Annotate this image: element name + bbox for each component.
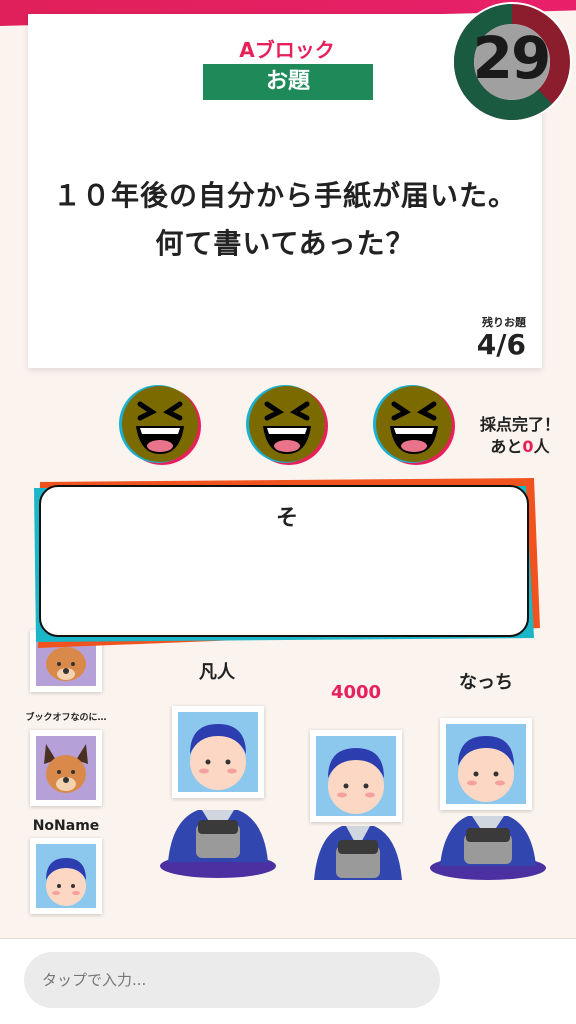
side-player-name: ブックオフなのに…: [25, 713, 107, 723]
stage-player-avatar: [172, 706, 264, 798]
topic-question: １０年後の自分から手紙が届いた。 何て書いてあった？: [28, 172, 542, 268]
topic-question-line2: 何て書いてあった？: [155, 227, 415, 260]
answer-input[interactable]: [24, 952, 440, 1008]
stage-player-name: なっち: [459, 672, 513, 693]
side-player-avatar: [30, 838, 102, 914]
laughing-face-icon: [246, 385, 328, 465]
laughing-face-icon: [373, 385, 455, 465]
laughing-face-icon: [119, 385, 201, 465]
answer-text: そ: [275, 506, 298, 531]
scoring-remaining-count: 0: [522, 437, 534, 456]
scoring-remaining-prefix: あと: [490, 437, 523, 456]
timer-value: 29: [472, 24, 552, 92]
stage-player-name: 4000: [330, 682, 382, 703]
scoring-remaining: あと0人: [470, 436, 570, 458]
side-player-avatar: [30, 730, 102, 806]
boy-avatar-icon: [178, 712, 258, 792]
topic-question-line1: １０年後の自分から手紙が届いた。: [52, 179, 517, 212]
scoring-complete-label: 採点完了！: [479, 415, 560, 434]
side-player-name: NoName: [32, 818, 100, 834]
topic-badge: お題: [203, 64, 373, 100]
stage-player-avatar: [310, 730, 402, 822]
boy-avatar-icon: [36, 844, 96, 908]
scoring-remaining-suffix: 人: [533, 437, 550, 456]
boy-avatar-icon: [446, 724, 526, 804]
remaining-topics-value: 4/6: [476, 328, 526, 361]
stage-player-avatar: [440, 718, 532, 810]
stage-player-name: 凡人: [199, 662, 235, 683]
boy-avatar-icon: [316, 736, 396, 816]
dog-avatar-icon: [36, 736, 96, 800]
scoring-status: 採点完了！ あと0人: [470, 414, 570, 458]
